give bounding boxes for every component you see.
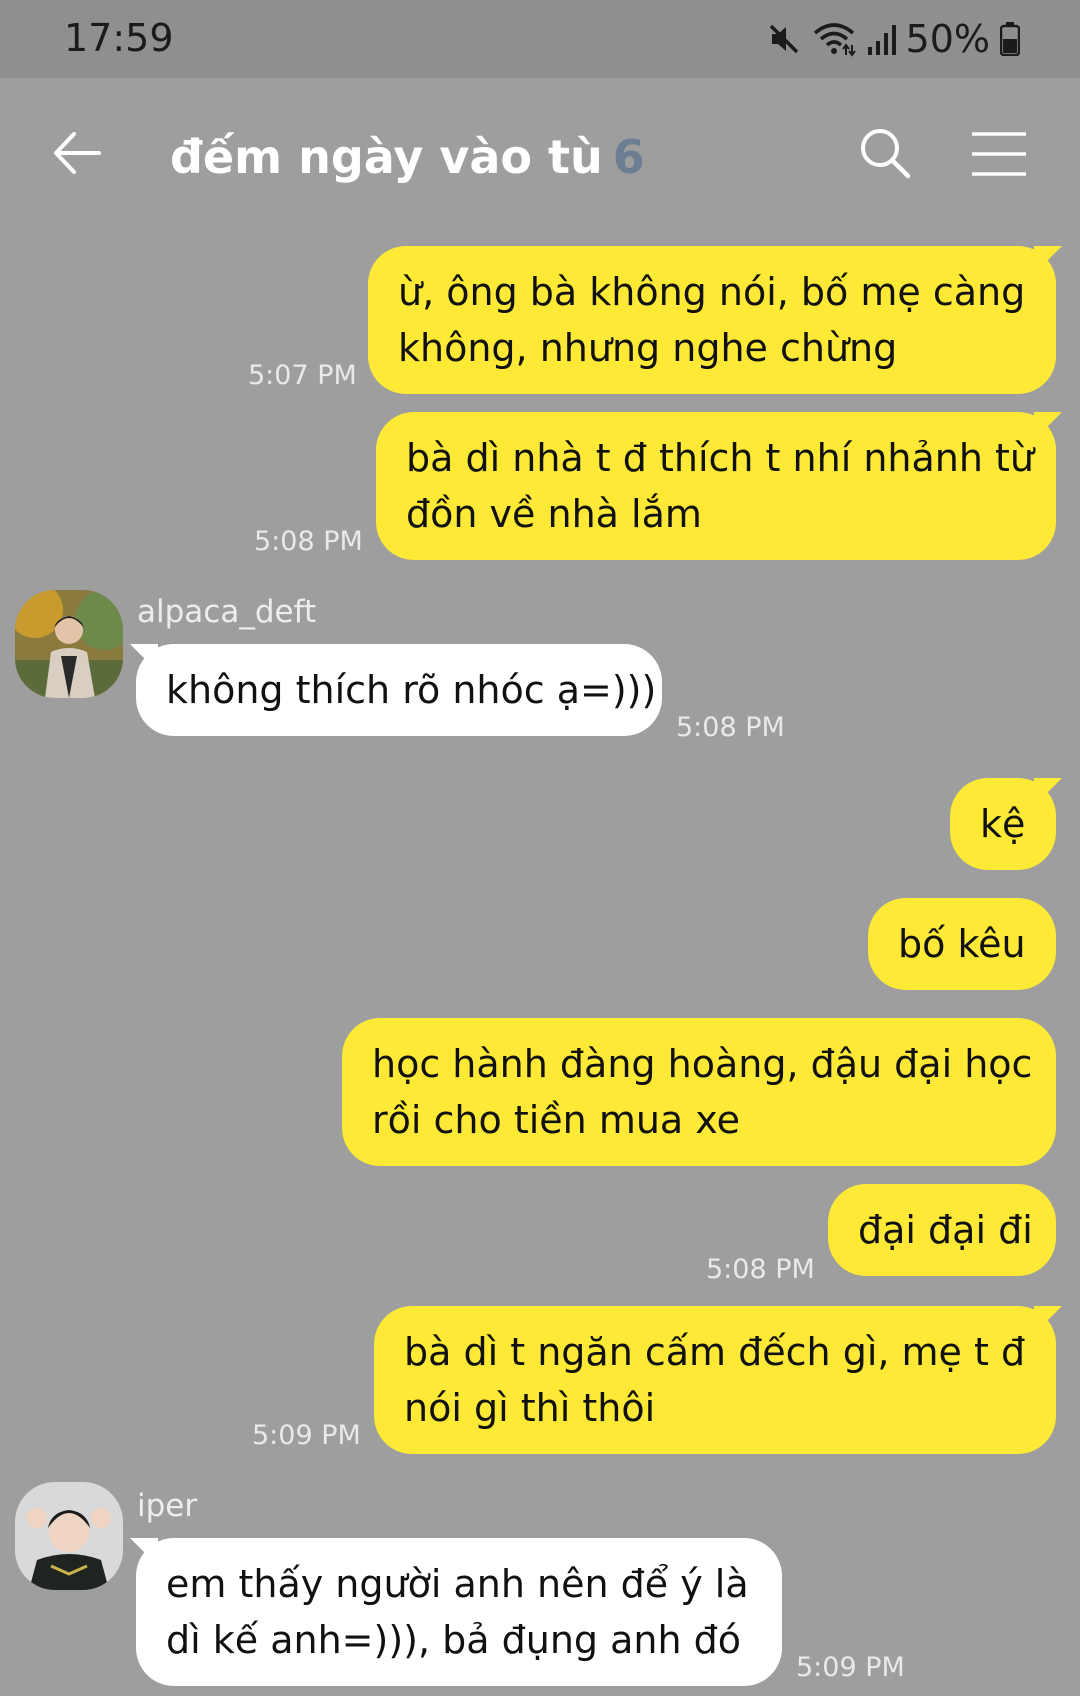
message-bubble-sent[interactable]: bố kêu [868, 898, 1056, 990]
message-line: bố kêu [898, 922, 1026, 966]
search-button[interactable] [858, 126, 918, 186]
message-bubble-sent[interactable]: bà dì t ngăn cấm đếch gì, mẹ t đ nói gì … [374, 1306, 1056, 1454]
search-icon [861, 129, 911, 179]
back-arrow-icon [54, 132, 101, 174]
avatar-alpaca-deft[interactable] [15, 590, 123, 698]
message-bubble-sent[interactable]: đại đại đi [828, 1184, 1056, 1276]
message-line: kệ [980, 802, 1026, 846]
status-bar: 17:59 50% [0, 0, 1080, 78]
message-line: em thấy người anh nên để ý là [166, 1562, 749, 1606]
message-line: không, nhưng nghe chừng [398, 326, 898, 370]
sender-name: iper [137, 1488, 198, 1524]
member-count: 6 [612, 130, 645, 184]
signal-icon [866, 21, 896, 57]
battery-icon [1000, 22, 1020, 56]
message-timestamp: 5:08 PM [254, 526, 363, 557]
message-line: bà dì t ngăn cấm đếch gì, mẹ t đ [404, 1330, 1026, 1374]
message-line: rồi cho tiền mua xe [372, 1098, 740, 1142]
status-time: 17:59 [64, 16, 174, 60]
message-line: bà dì nhà t đ thích t nhí nhảnh từ [406, 436, 1035, 480]
message-bubble-sent[interactable]: bà dì nhà t đ thích t nhí nhảnh từ đồn v… [376, 412, 1056, 560]
menu-icon [972, 132, 1026, 176]
chat-title: đếm ngày vào tù 6 [170, 130, 645, 184]
message-line: dì kế anh=))), bả đụng anh đó [166, 1618, 742, 1662]
message-line: nói gì thì thôi [404, 1386, 656, 1430]
chat-header: đếm ngày vào tù 6 [0, 78, 1080, 238]
message-line: ừ, ông bà không nói, bố mẹ càng [398, 270, 1026, 314]
message-timestamp: 5:09 PM [796, 1652, 905, 1683]
chat-name: đếm ngày vào tù [170, 130, 603, 184]
message-line: đồn về nhà lắm [406, 492, 702, 536]
status-icons: 50% [766, 16, 1020, 62]
message-timestamp: 5:07 PM [248, 360, 357, 391]
message-bubble-received[interactable]: không thích rõ nhóc ạ=))) [136, 644, 662, 736]
mute-icon [766, 21, 802, 57]
message-timestamp: 5:08 PM [706, 1254, 815, 1285]
message-line: học hành đàng hoàng, đậu đại học [372, 1042, 1033, 1086]
message-timestamp: 5:08 PM [676, 712, 785, 743]
back-button[interactable] [52, 128, 122, 188]
wifi-icon [812, 21, 856, 57]
menu-button[interactable] [970, 130, 1030, 182]
sender-name: alpaca_deft [137, 594, 317, 630]
message-line: không thích rõ nhóc ạ=))) [166, 668, 657, 712]
message-bubble-received[interactable]: em thấy người anh nên để ý là dì kế anh=… [136, 1538, 782, 1686]
avatar-iper[interactable] [15, 1482, 123, 1590]
message-timestamp: 5:09 PM [252, 1420, 361, 1451]
message-bubble-sent[interactable]: ừ, ông bà không nói, bố mẹ càng không, n… [368, 246, 1056, 394]
message-bubble-sent[interactable]: học hành đàng hoàng, đậu đại học rồi cho… [342, 1018, 1056, 1166]
message-bubble-sent[interactable]: kệ [950, 778, 1056, 870]
battery-percent: 50% [905, 17, 990, 61]
message-line: đại đại đi [858, 1208, 1033, 1252]
